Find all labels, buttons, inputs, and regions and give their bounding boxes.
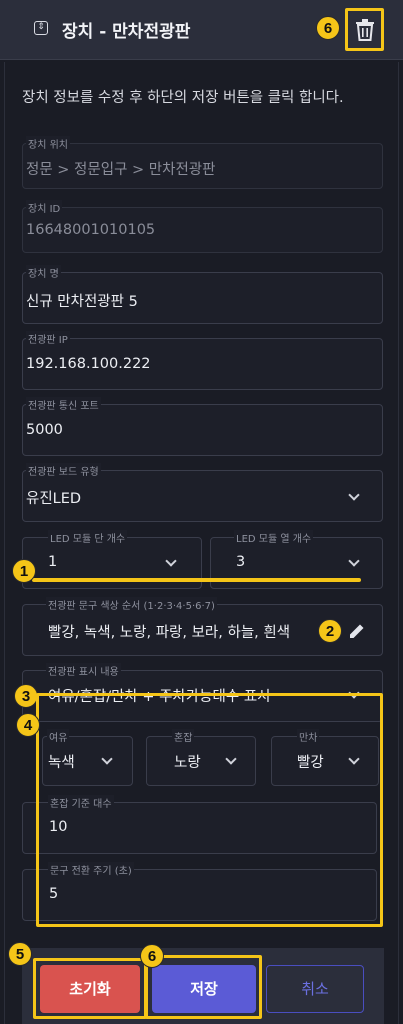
board-type-label: 전광판 보드 유형 [26, 463, 101, 478]
trash-icon [356, 19, 374, 41]
annotation-underline [32, 578, 361, 582]
annotation-highlight [145, 955, 262, 1019]
device-id-value: 16648001010105 [26, 222, 156, 238]
annotation-highlight [36, 693, 383, 927]
edit-pencil-icon[interactable] [348, 622, 366, 640]
sort-arrows-icon: ⇕ [34, 21, 48, 35]
board-type-value: 유진LED [26, 491, 82, 507]
form-description: 장치 정보를 수정 후 하단의 저장 버튼을 클릭 합니다. [22, 90, 344, 106]
annotation-marker: 6 [316, 16, 340, 40]
board-port-value: 5000 [26, 422, 63, 438]
device-name-label: 장치 명 [26, 265, 61, 280]
display-content-label: 전광판 표시 내용 [46, 663, 121, 678]
delete-button[interactable] [345, 8, 384, 51]
annotation-marker: 4 [16, 713, 40, 737]
cancel-button[interactable]: 취소 [266, 965, 364, 1013]
annotation-marker: 6 [140, 944, 164, 968]
led-cols-label: LED 모듈 열 개수 [234, 530, 314, 545]
board-port-label: 전광판 통신 포트 [26, 397, 101, 412]
annotation-marker: 2 [318, 619, 342, 643]
page-title: 장치 - 만차전광판 [62, 22, 191, 42]
board-ip-label: 전광판 IP [26, 331, 70, 346]
app-header: ⇕ 장치 - 만차전광판 6 [0, 0, 403, 60]
location-value: 정문 > 정문입구 > 만차전광판 [26, 162, 216, 178]
annotation-highlight [33, 958, 147, 1019]
text-color-order-value: 빨강, 녹색, 노랑, 파랑, 보라, 하늘, 흰색 [48, 625, 291, 641]
led-rows-label: LED 모듈 단 개수 [48, 530, 128, 545]
device-id-label: 장치 ID [26, 200, 63, 215]
annotation-marker: 1 [12, 559, 36, 583]
board-ip-value: 192.168.100.222 [26, 356, 151, 372]
annotation-marker: 3 [14, 684, 38, 708]
device-name-value: 신규 만차전광판 5 [26, 294, 138, 310]
text-color-order-label: 전광판 문구 색상 순서 (1·2·3·4·5·6·7) [46, 597, 217, 612]
location-label: 장치 위치 [26, 136, 70, 151]
led-cols-value: 3 [236, 554, 246, 570]
led-rows-value: 1 [48, 554, 58, 570]
annotation-marker: 5 [8, 942, 32, 966]
